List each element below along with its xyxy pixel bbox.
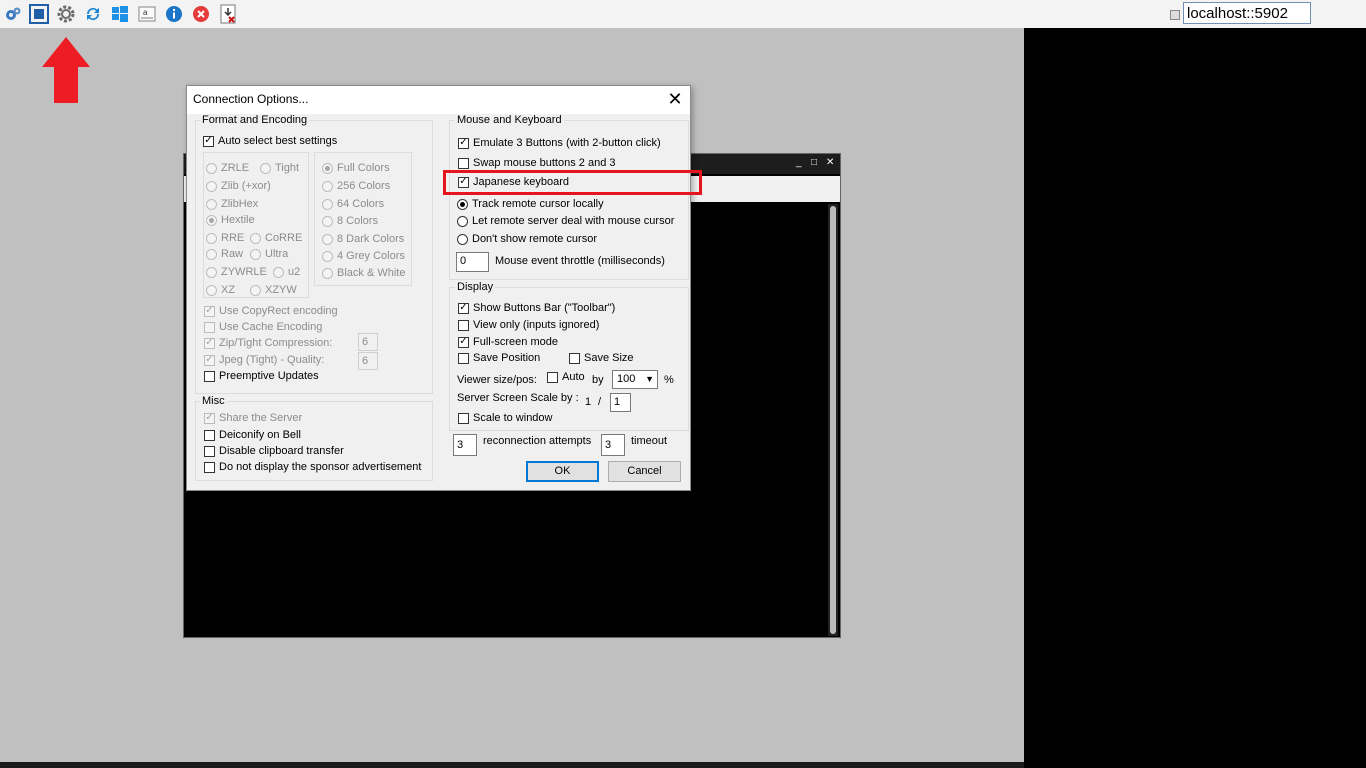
encoding-corre-radio[interactable]: CoRRE: [250, 231, 302, 245]
save-position-checkbox[interactable]: Save Position: [458, 351, 540, 365]
save-size-checkbox[interactable]: Save Size: [569, 351, 634, 365]
server-scale-label: Server Screen Scale by :: [457, 392, 579, 404]
mouse-throttle-input[interactable]: 0: [456, 252, 489, 272]
color-8dark-radio[interactable]: 8 Dark Colors: [322, 232, 404, 246]
color-8-radio[interactable]: 8 Colors: [322, 214, 378, 228]
refresh-icon[interactable]: [83, 4, 103, 24]
show-toolbar-checkbox[interactable]: ✓ Show Buttons Bar ("Toolbar"): [458, 301, 615, 315]
chevron-down-icon: ▼: [645, 374, 654, 384]
jpeg-quality-checkbox[interactable]: ✓ Jpeg (Tight) - Quality:: [204, 353, 324, 367]
server-scale-input[interactable]: 1: [610, 393, 631, 412]
encoding-zywrle-radio[interactable]: ZYWRLE: [206, 265, 267, 279]
transfer-icon[interactable]: [218, 4, 238, 24]
svg-text:a: a: [143, 8, 148, 17]
encoding-xzyw-radio[interactable]: XZYW: [250, 283, 297, 297]
dialog-title: Connection Options...: [193, 92, 309, 106]
encoding-ultra-radio[interactable]: Ultra: [250, 247, 288, 261]
ctrl-alt-del-icon[interactable]: a: [137, 4, 157, 24]
dialog-titlebar: Connection Options... ✕: [187, 86, 690, 114]
viewer-size-label: Viewer size/pos:: [457, 374, 537, 386]
encoding-u2-radio[interactable]: u2: [273, 265, 300, 279]
format-encoding-label: Format and Encoding: [200, 114, 310, 126]
cancel-button[interactable]: Cancel: [608, 461, 681, 482]
swap-mouse-buttons-checkbox[interactable]: Swap mouse buttons 2 and 3: [458, 156, 615, 170]
cache-encoding-checkbox[interactable]: Use Cache Encoding: [204, 320, 322, 334]
sponsor-checkbox[interactable]: Do not display the sponsor advertisement: [204, 460, 421, 474]
black-margin: [1024, 28, 1366, 768]
connection-options-dialog: Connection Options... ✕ Format and Encod…: [186, 85, 691, 491]
encoding-zlibhex-radio[interactable]: ZlibHex: [206, 197, 258, 211]
vnc-toolbar: a localhost::5902: [0, 0, 1366, 29]
remote-cursor-radio[interactable]: Let remote server deal with mouse cursor: [457, 214, 674, 228]
view-only-checkbox[interactable]: View only (inputs ignored): [458, 318, 599, 332]
mouse-keyboard-label: Mouse and Keyboard: [455, 114, 564, 126]
encoding-zrle-radio[interactable]: ZRLE: [206, 161, 249, 175]
reconnect-timeout-input[interactable]: 3: [601, 434, 625, 456]
encoding-raw-radio[interactable]: Raw: [206, 247, 243, 261]
window-close-icon[interactable]: ✕: [826, 157, 834, 168]
reconnect-attempts-label: reconnection attempts: [483, 435, 592, 447]
color-full-radio[interactable]: Full Colors: [322, 161, 390, 175]
jpeg-quality-input[interactable]: 6: [358, 352, 378, 370]
dialog-close-icon[interactable]: ✕: [663, 88, 687, 110]
options-gear-icon[interactable]: [3, 4, 23, 24]
preemptive-updates-checkbox[interactable]: Preemptive Updates: [204, 369, 319, 383]
minimize-icon[interactable]: _: [796, 157, 802, 168]
server-scale-numerator: 1: [585, 396, 592, 408]
vertical-scrollbar[interactable]: [828, 204, 838, 636]
viewer-scale-select[interactable]: 100 ▼: [612, 370, 658, 389]
fullscreen-icon[interactable]: [29, 4, 49, 24]
encoding-tight-radio[interactable]: Tight: [260, 161, 299, 175]
zip-compression-input[interactable]: 6: [358, 333, 378, 351]
deiconify-bell-checkbox[interactable]: Deiconify on Bell: [204, 428, 301, 442]
encoding-hextile-radio[interactable]: Hextile: [206, 213, 255, 227]
emulate-3-buttons-checkbox[interactable]: ✓ Emulate 3 Buttons (with 2-button click): [458, 136, 661, 150]
server-address-field[interactable]: localhost::5902: [1183, 2, 1311, 24]
mouse-throttle-label: Mouse event throttle (milliseconds): [495, 255, 665, 267]
windows-key-icon[interactable]: [110, 4, 130, 24]
encoding-zlib-radio[interactable]: Zlib (+xor): [206, 179, 271, 193]
server-scale-slash: /: [598, 396, 602, 408]
scrollbar-thumb[interactable]: [830, 206, 836, 634]
ok-button[interactable]: OK: [526, 461, 599, 482]
reconnect-timeout-label: timeout: [631, 435, 668, 447]
color-bw-radio[interactable]: Black & White: [322, 266, 405, 280]
close-icon[interactable]: [191, 4, 211, 24]
encoding-xz-radio[interactable]: XZ: [206, 283, 235, 297]
viewer-auto-checkbox[interactable]: Auto: [547, 370, 585, 384]
encoding-rre-radio[interactable]: RRE: [206, 231, 244, 245]
disable-clipboard-checkbox[interactable]: Disable clipboard transfer: [204, 444, 344, 458]
color-64-radio[interactable]: 64 Colors: [322, 197, 384, 211]
scale-to-window-checkbox[interactable]: Scale to window: [458, 411, 553, 425]
bottom-strip: [0, 762, 1024, 768]
track-cursor-locally-radio[interactable]: Track remote cursor locally: [457, 197, 604, 211]
zip-compression-checkbox[interactable]: ✓ Zip/Tight Compression:: [204, 336, 332, 350]
settings-gear-icon[interactable]: [56, 4, 76, 24]
info-icon[interactable]: [164, 4, 184, 24]
fullscreen-mode-checkbox[interactable]: ✓ Full-screen mode: [458, 335, 558, 349]
status-indicator: [1170, 10, 1180, 20]
misc-label: Misc: [200, 395, 227, 407]
copyrect-checkbox[interactable]: ✓ Use CopyRect encoding: [204, 304, 338, 318]
auto-select-checkbox[interactable]: ✓ Auto select best settings: [203, 134, 337, 148]
maximize-icon[interactable]: □: [811, 157, 817, 168]
reconnect-attempts-input[interactable]: 3: [453, 434, 477, 456]
display-label: Display: [455, 281, 496, 293]
hide-cursor-radio[interactable]: Don't show remote cursor: [457, 232, 597, 246]
color-256-radio[interactable]: 256 Colors: [322, 179, 390, 193]
color-4grey-radio[interactable]: 4 Grey Colors: [322, 249, 405, 263]
share-server-checkbox[interactable]: ✓ Share the Server: [204, 411, 302, 425]
percent-label: %: [664, 374, 674, 386]
viewer-by-label: by: [592, 374, 604, 386]
red-up-arrow-icon: [42, 37, 90, 103]
highlight-box: [443, 170, 702, 195]
